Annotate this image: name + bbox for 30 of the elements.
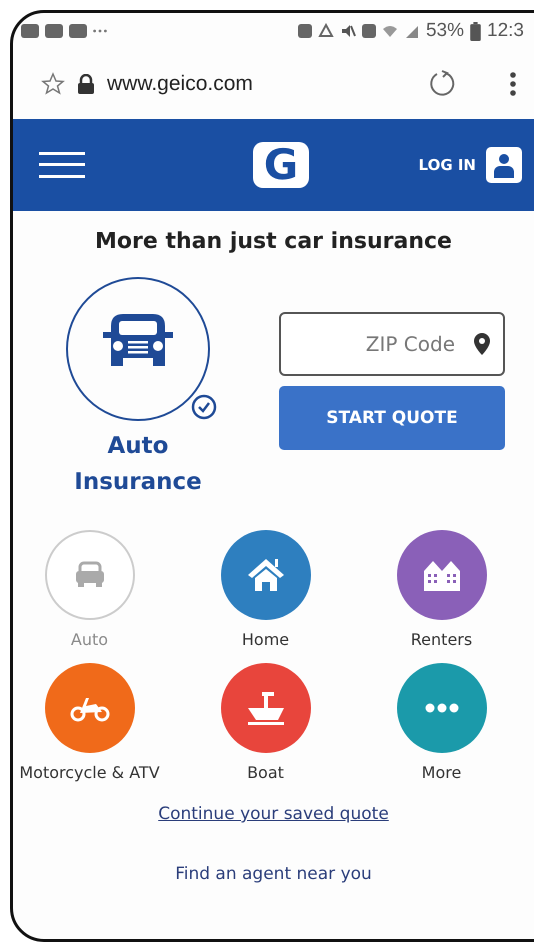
check-icon — [191, 394, 217, 420]
lock-icon — [77, 74, 95, 94]
link[interactable]: Continue your saved quote — [158, 804, 389, 824]
product-tile[interactable]: Motorcycle & ATV — [13, 663, 178, 782]
zip-code-field[interactable]: ZIP Code — [279, 312, 505, 376]
product-tile[interactable]: Boat — [178, 663, 354, 782]
login-button[interactable]: LOG IN — [418, 147, 522, 183]
user-icon — [493, 152, 515, 178]
product-tile[interactable]: More — [354, 663, 530, 782]
auto-insurance-icon — [65, 276, 211, 422]
start-quote-button[interactable]: START QUOTE — [279, 386, 505, 450]
bookmark-star-icon[interactable] — [41, 72, 65, 96]
more-notifications-icon — [93, 29, 107, 33]
mute-icon — [340, 23, 356, 39]
battery-percent: 53% — [426, 20, 464, 42]
clock-time: 12:3 — [487, 20, 524, 42]
battery-icon — [470, 22, 482, 40]
url-text[interactable]: www.geico.com — [107, 72, 253, 96]
more-icon — [424, 703, 458, 713]
logo[interactable]: G — [253, 142, 309, 188]
wifi-icon — [382, 23, 398, 39]
menu-kebab-icon[interactable] — [508, 70, 518, 98]
product-tile[interactable]: Renters — [354, 530, 530, 649]
page-heading: More than just car insurance — [95, 229, 452, 254]
reload-icon[interactable] — [428, 70, 456, 98]
link[interactable]: Find an agent near you — [175, 864, 372, 884]
menu-icon[interactable] — [39, 150, 85, 180]
product-tile[interactable]: Home — [178, 530, 354, 649]
location-pin-icon — [473, 332, 491, 356]
product-title: Auto Insurance — [74, 432, 202, 497]
